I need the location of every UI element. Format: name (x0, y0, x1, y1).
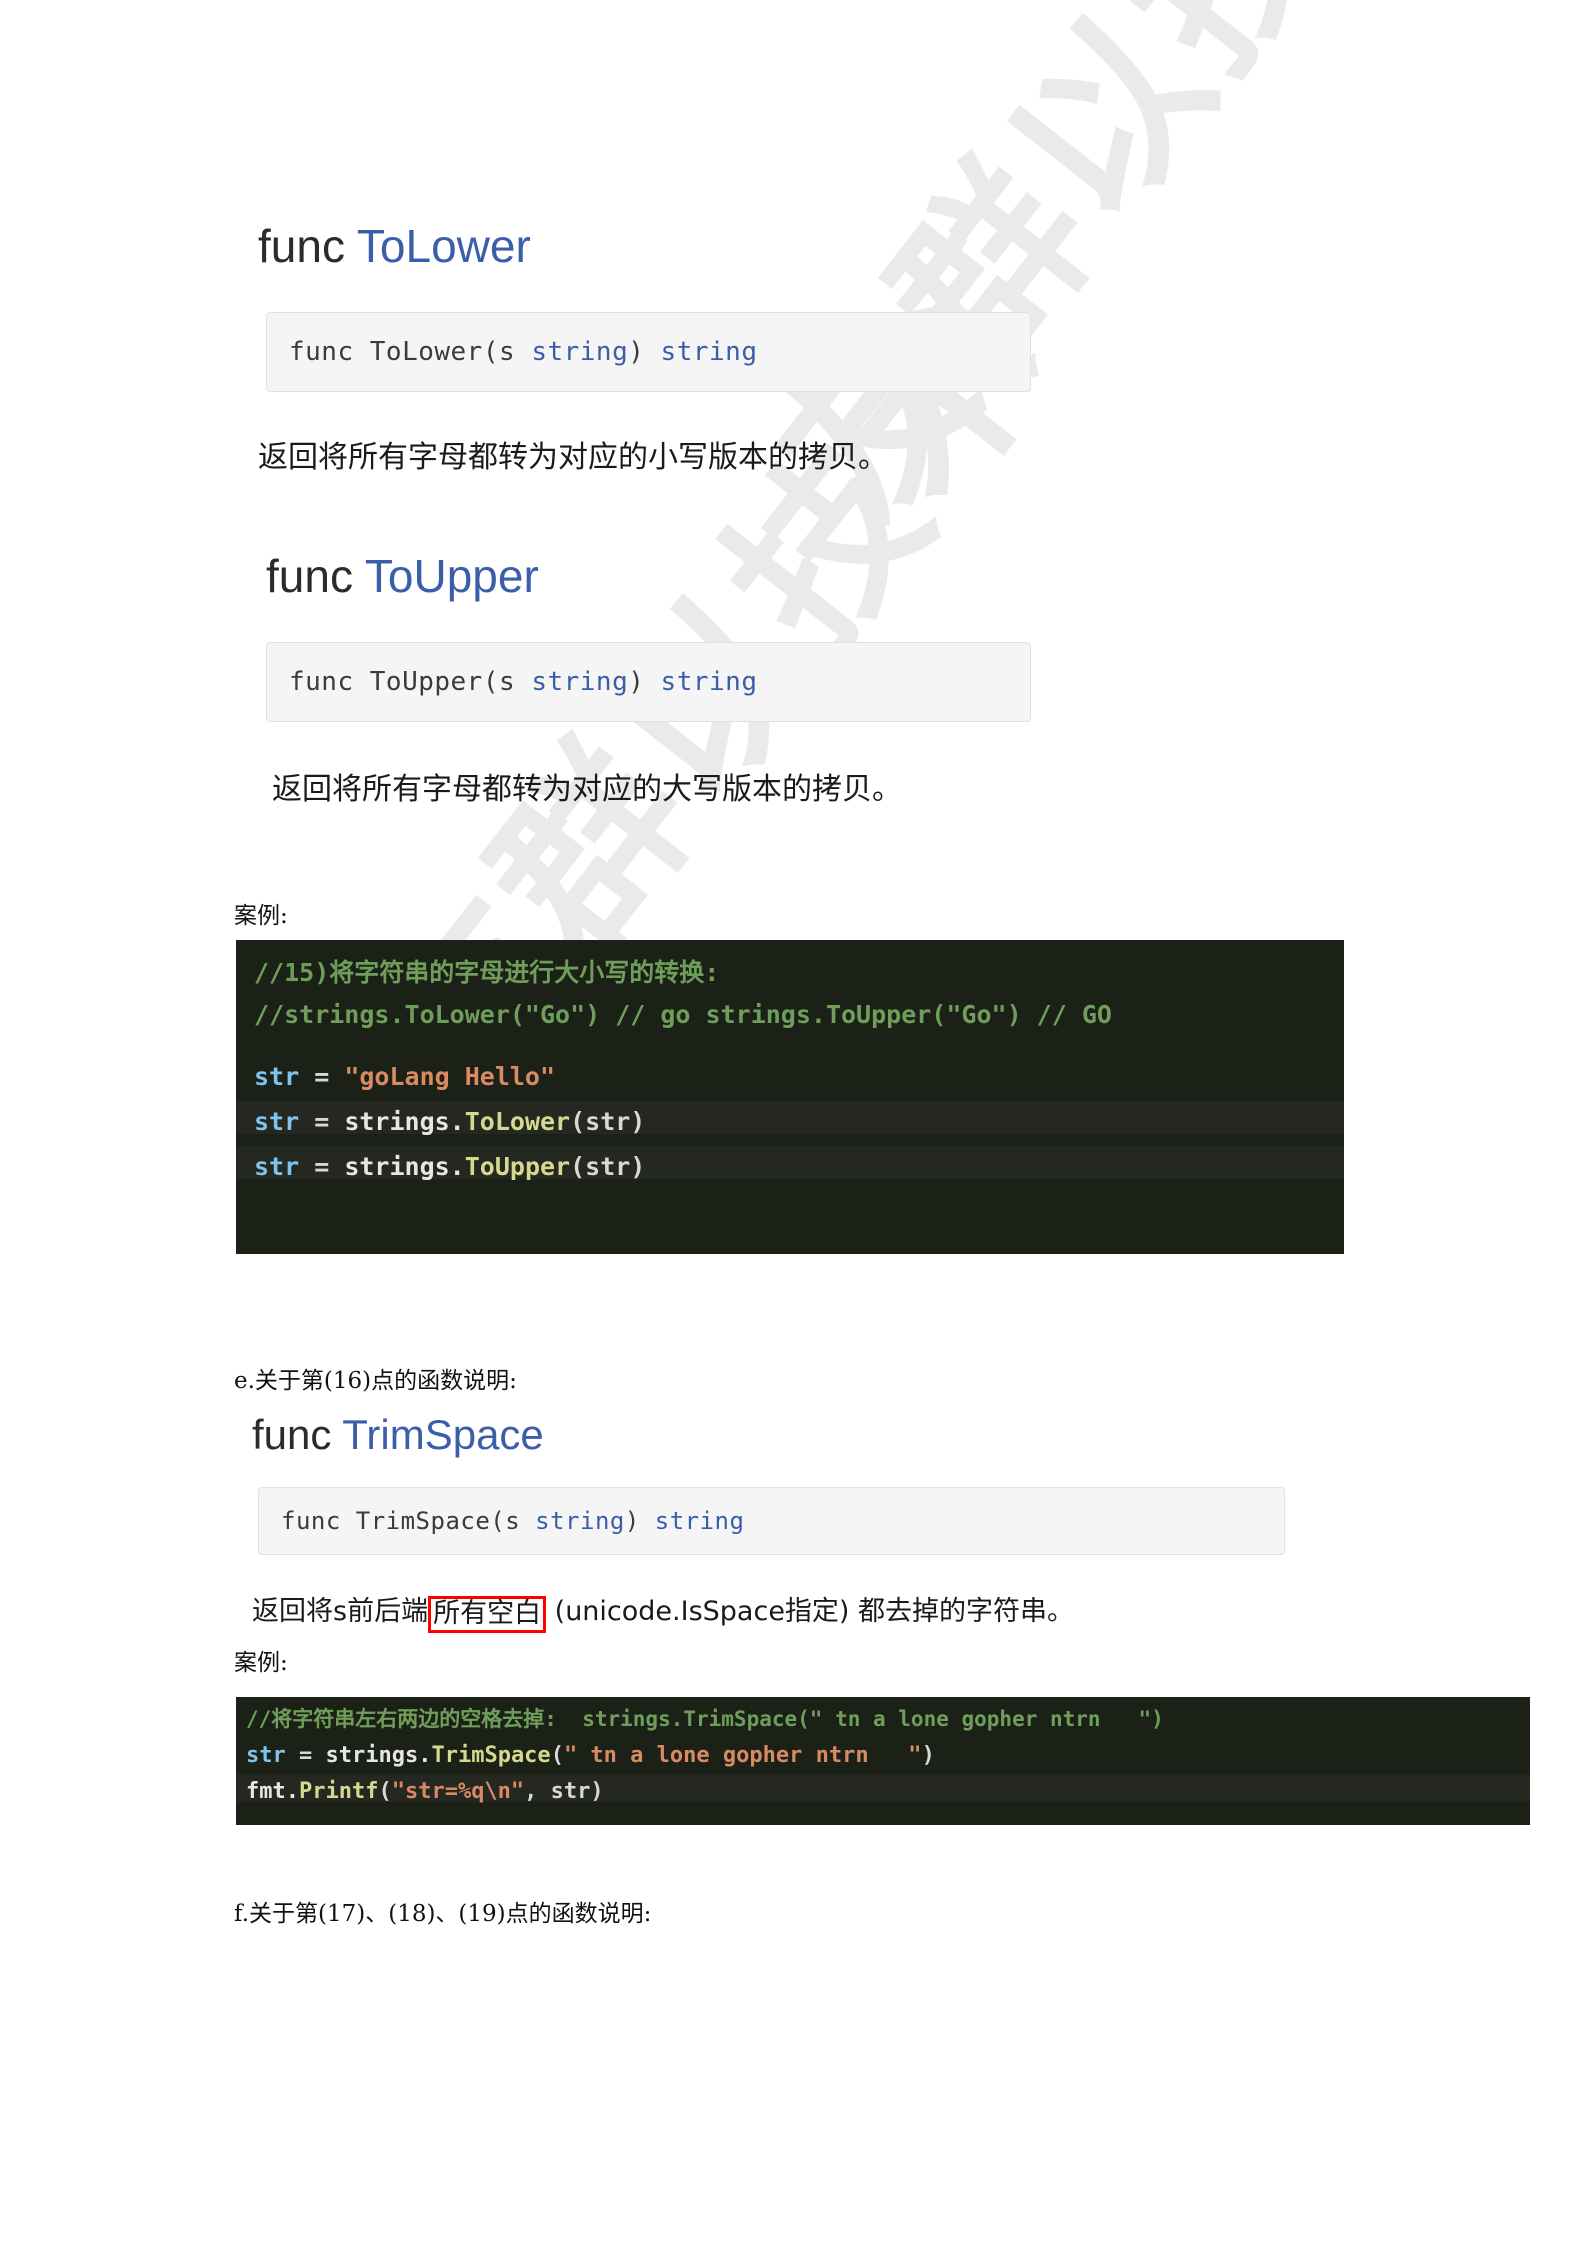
code-line: str = strings.TrimSpace(" tn a lone goph… (246, 1745, 935, 1767)
sig-before: func ToUpper(s (289, 667, 532, 697)
description-part-1: 返回将s前后端 (252, 1596, 429, 1627)
code-token: strings. (344, 1152, 465, 1181)
sig-type-return: string (660, 337, 758, 367)
heading-trimspace: func TrimSpace (252, 1414, 544, 1456)
code-token: "str=%q\n" (391, 1779, 525, 1804)
code-token: , str) (524, 1779, 604, 1804)
signature-box-trimspace: func TrimSpace(s string) string (258, 1487, 1285, 1555)
code-token: //将字符串左右两边的空格去掉: strings.TrimSpace(" tn … (246, 1707, 1164, 1731)
sig-type-param: string (531, 667, 629, 697)
code-line: str = strings.ToLower(str) (254, 1109, 645, 1134)
code-line: //将字符串左右两边的空格去掉: strings.TrimSpace(" tn … (246, 1709, 1164, 1730)
label-example-2: 案例: (234, 1650, 288, 1676)
code-line: fmt.Printf("str=%q\n", str) (246, 1781, 604, 1803)
sig-middle: ) (628, 337, 661, 367)
heading-prefix: func (252, 1411, 343, 1458)
code-token: ( (550, 1743, 564, 1768)
highlight-box-all-whitespace: 所有空白 (428, 1596, 547, 1633)
code-token: = (299, 1107, 345, 1136)
signature-code-tolower: func ToLower(s string) string (267, 337, 757, 367)
code-token: (str) (570, 1107, 646, 1136)
code-screenshot-trimspace: //将字符串左右两边的空格去掉: strings.TrimSpace(" tn … (236, 1697, 1530, 1825)
signature-code-toupper: func ToUpper(s string) string (267, 667, 757, 697)
sig-type-return: string (660, 667, 758, 697)
sig-before: func TrimSpace(s (281, 1507, 536, 1535)
heading-prefix: func (266, 550, 365, 602)
code-token: = (299, 1062, 345, 1091)
code-token: = (299, 1152, 345, 1181)
code-token: TrimSpace (431, 1743, 551, 1768)
sig-middle: ) (628, 667, 661, 697)
sig-before: func ToLower(s (289, 337, 532, 367)
code-token: (str) (570, 1152, 646, 1181)
description-part-2: (unicode.IsSpace指定) 都去掉的字符串。 (546, 1596, 1075, 1627)
sig-type-param: string (535, 1507, 625, 1535)
label-example-1: 案例: (234, 903, 288, 929)
code-token: ) (921, 1743, 935, 1768)
code-screenshot-tolower-toupper: //15)将字符串的字母进行大小写的转换: //strings.ToLower("… (236, 940, 1344, 1254)
heading-func-name: ToUpper (364, 550, 539, 602)
code-token: " tn a lone gopher ntrn " (563, 1743, 922, 1768)
label-section-e: e.关于第(16)点的函数说明: (234, 1368, 517, 1394)
code-token: str (246, 1743, 286, 1768)
code-token: Printf (298, 1779, 379, 1804)
heading-func-name: TrimSpace (342, 1411, 544, 1458)
code-line: str = strings.ToUpper(str) (254, 1154, 645, 1179)
code-line: str = "goLang Hello" (254, 1064, 555, 1089)
code-token: ( (378, 1779, 392, 1804)
label-section-f: f.关于第(17)、(18)、(19)点的函数说明: (234, 1901, 652, 1927)
code-token: "goLang Hello" (344, 1062, 556, 1091)
sig-type-return: string (654, 1507, 745, 1535)
sig-middle: ) (624, 1507, 655, 1535)
heading-toupper: func ToUpper (266, 553, 539, 599)
signature-box-toupper: func ToUpper(s string) string (266, 642, 1031, 722)
code-token: str (254, 1107, 300, 1136)
signature-box-tolower: func ToLower(s string) string (266, 312, 1031, 392)
code-token: //15)将字符串的字母进行大小写的转换: (254, 958, 720, 987)
heading-func-name: ToLower (356, 220, 531, 272)
code-line: //strings.ToLower("Go") // go strings.To… (254, 1002, 1112, 1027)
heading-tolower: func ToLower (258, 223, 531, 269)
code-token: strings. (325, 1743, 432, 1768)
watermark-text: 友群以技术 (733, 0, 1492, 559)
code-token: //strings.ToLower("Go") // go strings.To… (254, 1000, 1112, 1029)
code-line: //15)将字符串的字母进行大小写的转换: (254, 960, 719, 985)
code-token: str (254, 1152, 300, 1181)
sig-type-param: string (531, 337, 629, 367)
description-trimspace: 返回将s前后端 所有空白 (unicode.IsSpace指定) 都去掉的字符串。 (252, 1594, 1075, 1633)
description-toupper: 返回将所有字母都转为对应的大写版本的拷贝。 (272, 772, 902, 807)
signature-code-trimspace: func TrimSpace(s string) string (259, 1507, 744, 1535)
code-token: strings. (344, 1107, 465, 1136)
document-page: 友群以技术 友群以技术 func ToLower func ToLower(s … (0, 0, 1587, 2245)
description-tolower: 返回将所有字母都转为对应的小写版本的拷贝。 (258, 440, 888, 475)
code-token: = (285, 1743, 326, 1768)
heading-prefix: func (258, 220, 357, 272)
code-token: ToUpper (464, 1152, 571, 1181)
code-token: str (254, 1062, 300, 1091)
code-token: ToLower (464, 1107, 571, 1136)
code-token: fmt. (246, 1779, 299, 1804)
